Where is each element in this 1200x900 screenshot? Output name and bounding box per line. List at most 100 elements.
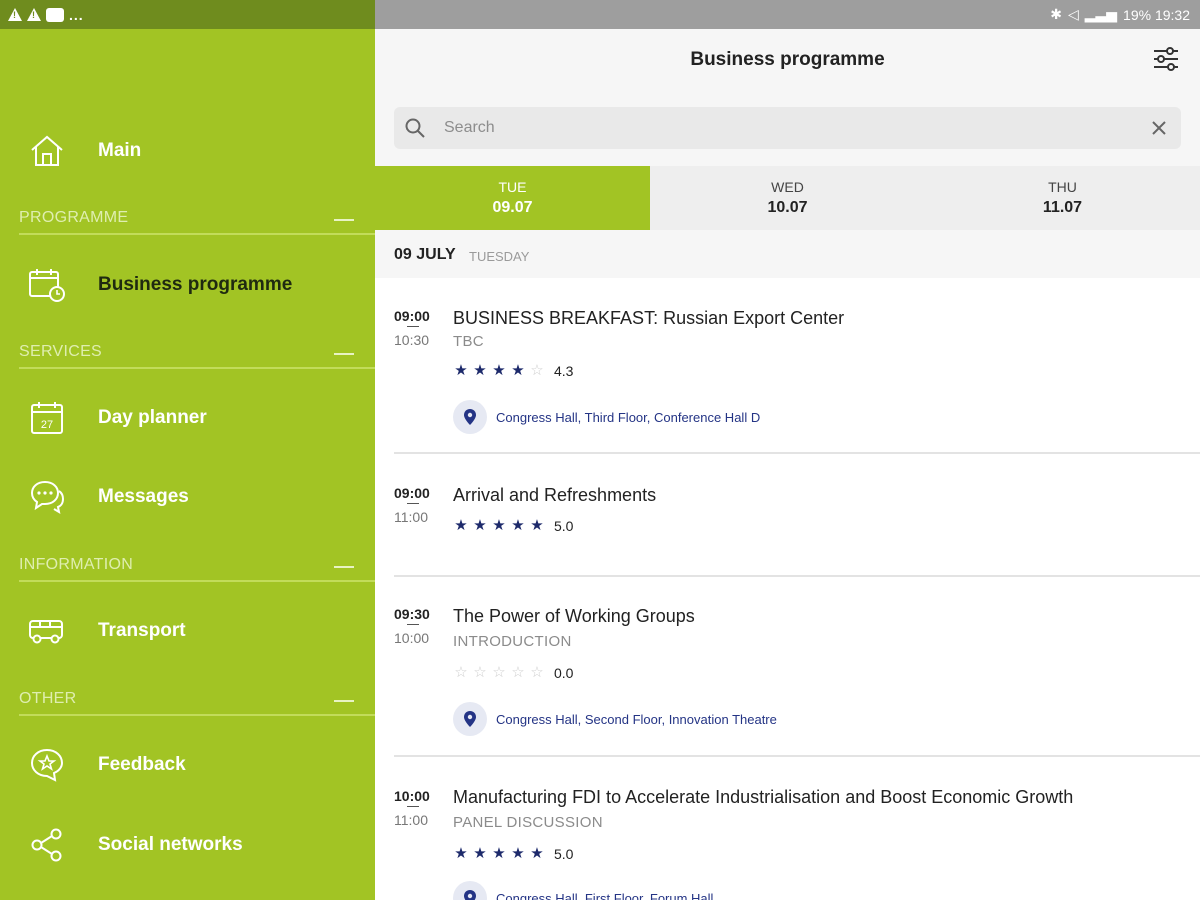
filter-sliders-icon[interactable]	[1152, 45, 1180, 73]
event-rating: ☆ ☆ ☆ ☆ ☆ 0.0	[453, 664, 573, 682]
share-icon	[28, 826, 66, 864]
warning-icon	[8, 8, 22, 21]
star-empty-icon: ☆	[454, 664, 468, 681]
event-title: Manufacturing FDI to Accelerate Industri…	[453, 787, 1074, 807]
bus-icon	[28, 612, 66, 650]
star-filled-icon: ★	[454, 845, 468, 862]
calendar-clock-icon	[28, 266, 66, 304]
collapse-icon[interactable]	[334, 353, 354, 355]
main-content: Business programme TUE 09.07 WED 10.07 T…	[375, 29, 1200, 900]
tab-day-of-week: THU	[1048, 179, 1077, 195]
event-item[interactable]: 09:00 10:30 BUSINESS BREAKFAST: Russian …	[375, 278, 1200, 455]
divider	[394, 452, 1200, 454]
rating-score: 4.3	[554, 363, 574, 379]
time-separator	[407, 503, 419, 504]
section-label: PROGRAMME	[19, 209, 129, 226]
star-rating: ★ ★ ★ ★ ★	[453, 517, 545, 535]
tab-date: 10.07	[767, 199, 808, 216]
nav-item-business-programme[interactable]: Business programme	[0, 255, 375, 315]
bluetooth-icon: ✱	[1050, 6, 1062, 22]
map-pin-icon	[453, 400, 487, 434]
status-bar-right: ✱ ◁ ▂▃▅ 19% 19:32	[375, 0, 1200, 29]
section-label: SERVICES	[19, 343, 103, 360]
time-separator	[407, 326, 419, 327]
star-filled-icon: ★	[511, 517, 525, 534]
search-input[interactable]	[444, 107, 1124, 149]
event-start-time: 09:30	[394, 606, 430, 622]
event-item[interactable]: 10:00 11:00 Manufacturing FDI to Acceler…	[375, 757, 1200, 900]
star-filled-icon: ★	[454, 517, 468, 534]
nav-label: Feedback	[98, 754, 186, 775]
star-filled-icon: ★	[454, 362, 468, 379]
nav-label: Day planner	[98, 407, 207, 428]
event-rating: ★ ★ ★ ★ ★ 5.0	[453, 517, 573, 535]
day-header: 09 JULY TUESDAY	[375, 230, 1200, 278]
navigation-drawer: Main PROGRAMME Business programme SERVIC…	[0, 29, 375, 900]
nav-label: Messages	[98, 486, 189, 507]
event-rating: ★ ★ ★ ★ ★ 5.0	[453, 845, 573, 863]
star-empty-icon: ☆	[473, 664, 487, 681]
event-location[interactable]: Congress Hall, Second Floor, Innovation …	[453, 702, 777, 736]
event-type: PANEL DISCUSSION	[453, 814, 603, 831]
event-item[interactable]: 09:30 10:00 The Power of Working Groups …	[375, 577, 1200, 757]
nav-item-social-networks[interactable]: Social networks	[0, 815, 375, 875]
nav-item-transport[interactable]: Transport	[0, 601, 375, 661]
event-end-time: 11:00	[394, 509, 428, 525]
star-empty-icon: ☆	[492, 664, 506, 681]
time-separator	[407, 624, 419, 625]
section-information[interactable]: INFORMATION	[19, 554, 375, 582]
event-title: The Power of Working Groups	[453, 606, 695, 626]
star-filled-icon: ★	[473, 517, 487, 534]
tab-thu[interactable]: THU 11.07	[925, 166, 1200, 230]
location-text: Congress Hall, First Floor, Forum Hall	[496, 890, 714, 900]
tab-wed[interactable]: WED 10.07	[650, 166, 925, 230]
event-rating: ★ ★ ★ ★ ☆ 4.3	[453, 362, 573, 380]
star-empty-icon: ☆	[511, 664, 525, 681]
chat-bubbles-icon	[28, 478, 66, 516]
event-end-time: 11:00	[394, 812, 428, 828]
section-other[interactable]: OTHER	[19, 688, 375, 716]
notification-icon	[46, 7, 64, 22]
day-header-date: 09 JULY	[394, 246, 456, 263]
event-title: BUSINESS BREAKFAST: Russian Export Cente…	[453, 308, 845, 328]
nav-item-messages[interactable]: Messages	[0, 467, 375, 527]
section-label: OTHER	[19, 690, 77, 707]
page-title: Business programme	[690, 49, 885, 70]
event-item[interactable]: 09:00 11:00 Arrival and Refreshments ★ ★ ★…	[375, 455, 1200, 577]
event-title: Arrival and Refreshments	[453, 485, 657, 505]
search-icon	[404, 117, 426, 139]
collapse-icon[interactable]	[334, 700, 354, 702]
nav-item-day-planner[interactable]: 27 Day planner	[0, 388, 375, 448]
rating-score: 0.0	[554, 665, 574, 681]
collapse-icon[interactable]	[334, 219, 354, 221]
star-filled-icon: ★	[530, 845, 544, 862]
event-end-time: 10:00	[394, 630, 430, 646]
nav-label: Business programme	[98, 274, 293, 295]
star-filled-icon: ★	[530, 517, 544, 534]
tab-tue[interactable]: TUE 09.07	[375, 166, 650, 230]
map-pin-icon	[453, 881, 487, 900]
star-empty-icon: ☆	[530, 362, 544, 379]
event-location[interactable]: Congress Hall, Third Floor, Conference H…	[453, 400, 760, 434]
section-label: INFORMATION	[19, 556, 134, 573]
star-rating: ★ ★ ★ ★ ☆	[453, 362, 545, 380]
star-filled-icon: ★	[473, 845, 487, 862]
event-type: INTRODUCTION	[453, 633, 572, 650]
signal-icon: ▂▃▅	[1084, 6, 1118, 22]
star-empty-icon: ☆	[530, 664, 544, 681]
search-bar	[394, 107, 1181, 149]
star-filled-icon: ★	[511, 845, 525, 862]
star-filled-icon: ★	[511, 362, 525, 379]
event-start-time: 09:00	[394, 308, 430, 324]
collapse-icon[interactable]	[334, 566, 354, 568]
close-icon[interactable]	[1149, 118, 1169, 138]
section-services[interactable]: SERVICES	[19, 341, 375, 369]
event-location[interactable]: Congress Hall, First Floor, Forum Hall	[453, 881, 713, 900]
star-filled-icon: ★	[492, 845, 506, 862]
star-filled-icon: ★	[473, 362, 487, 379]
nav-item-feedback[interactable]: Feedback	[0, 735, 375, 795]
nav-item-main[interactable]: Main	[0, 121, 375, 181]
time-separator	[407, 806, 419, 807]
section-programme[interactable]: PROGRAMME	[19, 207, 375, 235]
rating-score: 5.0	[554, 518, 574, 534]
